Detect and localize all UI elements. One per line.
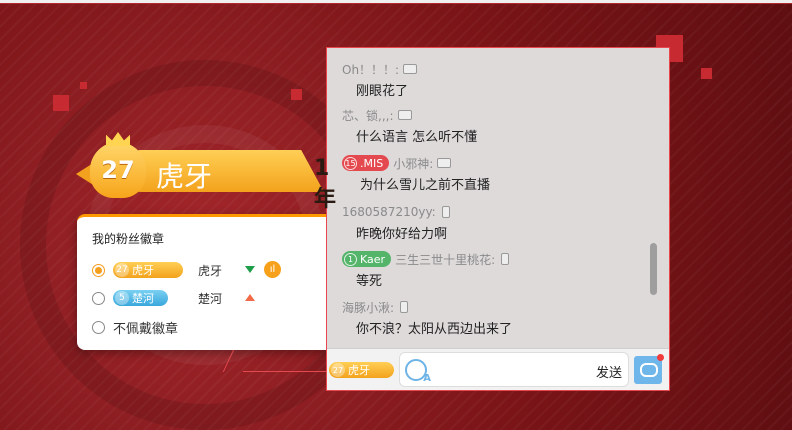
- message-text: 什么语言 怎么听不懂: [356, 130, 478, 145]
- badge-level: 27: [101, 156, 135, 184]
- chat-input-bar: 27 虎牙 发送: [327, 348, 669, 390]
- chat-panel: Oh！！！: 刚眼花了 芯、锁,,,: 什么语言 怎么听不懂 15 .MIS 小…: [326, 47, 670, 391]
- chart-icon[interactable]: ıl: [264, 261, 281, 278]
- badge-option-chuhe[interactable]: 5 楚河 楚河: [92, 288, 327, 308]
- fan-badge: 5 楚河: [113, 290, 168, 306]
- chat-message: 15 .MIS 小邪神: 为什么雪儿之前不直播: [342, 154, 652, 193]
- scrollbar[interactable]: [647, 48, 659, 348]
- badge-level: 15: [344, 156, 357, 170]
- radio-button[interactable]: [92, 263, 105, 277]
- badge-owner: 楚河: [198, 291, 223, 306]
- badge-level: 27: [115, 263, 129, 277]
- emoji-icon[interactable]: [405, 359, 431, 384]
- badge-name: 虎牙: [156, 160, 213, 193]
- fan-badge: 15 .MIS: [342, 155, 390, 171]
- badge-name: 虎牙: [348, 364, 370, 377]
- trend-down-icon: [245, 266, 255, 273]
- message-text: 你不浪？太阳从西边出来了: [356, 322, 513, 337]
- pc-icon: [397, 110, 412, 120]
- username[interactable]: 芯、锁,,,:: [342, 107, 394, 124]
- fan-badge-large: 27 虎牙 1年: [76, 132, 336, 212]
- radio-button[interactable]: [92, 320, 105, 334]
- message-text: 为什么雪儿之前不直播: [360, 178, 491, 193]
- phone-icon: [501, 253, 510, 265]
- popup-title: 我的粉丝徽章: [92, 232, 165, 246]
- badge-level: 1: [344, 252, 357, 266]
- chat-bubble-icon[interactable]: [634, 354, 664, 384]
- badge-owner: 虎牙: [198, 263, 223, 278]
- message-text: 等死: [356, 274, 383, 289]
- username[interactable]: 小邪神:: [393, 155, 433, 172]
- fan-badge: 27 虎牙: [113, 262, 183, 278]
- chat-input[interactable]: 发送: [399, 352, 629, 387]
- notification-dot: [657, 354, 664, 361]
- phone-icon: [441, 206, 450, 218]
- decor-square: [291, 89, 302, 100]
- chat-message: 海豚小湫: 你不浪？太阳从西边出来了: [342, 298, 652, 338]
- message-text: 昨晚你好给力啊: [356, 227, 448, 242]
- send-button[interactable]: 发送: [596, 362, 622, 381]
- chat-message: 1680587210yy: 昨晚你好给力啊: [342, 203, 652, 242]
- fan-badge-selector[interactable]: 27 虎牙: [329, 362, 394, 378]
- badge-level: 5: [115, 291, 129, 305]
- username[interactable]: Oh！！！:: [342, 61, 399, 78]
- badge-option-huya[interactable]: 27 虎牙 虎牙 ıl: [92, 260, 327, 280]
- decor-square: [701, 68, 712, 79]
- chat-message-list[interactable]: Oh！！！: 刚眼花了 芯、锁,,,: 什么语言 怎么听不懂 15 .MIS 小…: [327, 48, 659, 348]
- username[interactable]: 1680587210yy:: [342, 205, 436, 219]
- chat-message: 芯、锁,,,: 什么语言 怎么听不懂: [342, 106, 652, 146]
- chat-message: 1 Kaer 三生三世十里桃花: 等死: [342, 250, 652, 289]
- top-border: [0, 0, 792, 4]
- radio-button[interactable]: [92, 291, 105, 305]
- pointer-line: [243, 371, 328, 372]
- username[interactable]: 三生三世十里桃花:: [395, 251, 495, 268]
- decor-square: [80, 82, 87, 89]
- badge-name: Kaer: [360, 252, 386, 266]
- badge-year: 1年: [314, 156, 337, 212]
- username[interactable]: 海豚小湫:: [342, 299, 394, 316]
- badge-option-none[interactable]: 不佩戴徽章: [92, 317, 327, 337]
- phone-icon: [400, 301, 409, 313]
- pc-icon: [403, 64, 418, 74]
- heart-level-icon: 27: [90, 142, 146, 198]
- badge-name: 楚河: [132, 292, 154, 305]
- chat-message: Oh！！！: 刚眼花了: [342, 60, 652, 99]
- pc-icon: [437, 158, 452, 168]
- badge-level: 27: [331, 363, 345, 377]
- badge-name: .MIS: [360, 156, 384, 170]
- fan-badge: 1 Kaer: [342, 251, 392, 267]
- fan-badge-popup: 我的粉丝徽章 27 虎牙 虎牙 ıl 5 楚河 楚河 不佩戴徽章: [77, 214, 338, 350]
- message-text: 刚眼花了: [356, 84, 409, 99]
- decor-square: [53, 95, 69, 111]
- option-label: 不佩戴徽章: [113, 321, 179, 337]
- trend-up-icon: [245, 294, 255, 301]
- scrollbar-thumb[interactable]: [650, 243, 657, 295]
- badge-name: 虎牙: [132, 264, 154, 277]
